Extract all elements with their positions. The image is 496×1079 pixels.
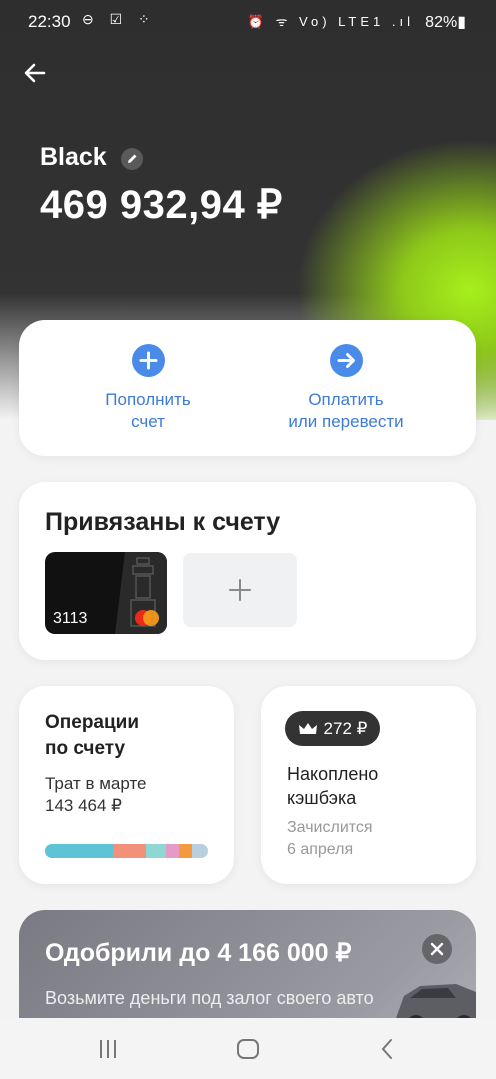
spending-segment: [165, 844, 179, 858]
pay-label-line1: Оплатить: [308, 390, 384, 409]
top-up-button[interactable]: Пополнить счет: [58, 344, 238, 433]
add-card-button[interactable]: [183, 553, 297, 627]
pay-transfer-button[interactable]: Оплатить или перевести: [256, 344, 436, 433]
arrow-right-icon: [329, 344, 363, 377]
system-nav-bar: [0, 1018, 496, 1079]
pencil-icon: [128, 154, 137, 163]
promo-title: Одобрили до 4 166 000 ₽: [45, 939, 352, 967]
recents-button[interactable]: [95, 1036, 121, 1062]
plus-icon: [229, 579, 251, 601]
spending-segment: [146, 844, 166, 858]
signal-icons: ⏰ ᯤ Vo) LTE1 .ıl: [247, 14, 414, 29]
spending-segment: [191, 844, 208, 858]
cashback-amount: 272 ₽: [323, 718, 368, 738]
cashback-badge: 272 ₽: [285, 711, 380, 746]
spending-segment: [178, 844, 192, 858]
top-up-label-line1: Пополнить: [105, 390, 191, 409]
home-button[interactable]: [235, 1036, 261, 1062]
operations-title-line1: Операции: [45, 712, 140, 733]
linked-card[interactable]: 3113: [45, 552, 167, 634]
status-bar: 22:30 ⊖ ☑ ⁘ ⏰ ᯤ Vo) LTE1 .ıl 82%▮: [0, 0, 496, 46]
operations-card[interactable]: Операции по счету Трат в марте 143 464 ₽: [19, 686, 234, 884]
back-nav-button[interactable]: [375, 1036, 401, 1062]
back-button[interactable]: [20, 58, 50, 88]
home-icon: [237, 1039, 259, 1059]
actions-card: Пополнить счет Оплатить или перевести: [19, 320, 476, 456]
cashback-title-line2: кэшбэка: [287, 788, 357, 808]
spending-bar: [45, 844, 208, 858]
spending-amount: 143 464 ₽: [45, 796, 122, 815]
battery-indicator: 82%▮: [425, 14, 466, 31]
top-up-label-line2: счет: [131, 412, 165, 431]
cashback-note-line2: 6 апреля: [287, 841, 354, 858]
account-balance: 469 932,94 ₽: [40, 183, 283, 227]
close-promo-button[interactable]: [422, 934, 452, 964]
account-name: Black: [40, 143, 107, 171]
edit-name-button[interactable]: [121, 148, 143, 170]
recents-icon: [100, 1040, 116, 1058]
linked-title: Привязаны к счету: [45, 508, 281, 536]
cashback-card[interactable]: 272 ₽ Накоплено кэшбэка Зачислится 6 апр…: [261, 686, 476, 884]
close-icon: [430, 942, 444, 956]
card-number: 3113: [53, 610, 88, 627]
plus-icon: [131, 344, 165, 377]
spending-segment: [45, 844, 114, 858]
spending-label: Трат в марте: [45, 774, 147, 793]
operations-title-line2: по счету: [45, 738, 126, 759]
pay-label-line2: или перевести: [288, 412, 404, 431]
spending-segment: [113, 844, 147, 858]
chevron-left-icon: [381, 1039, 392, 1059]
cashback-note-line1: Зачислится: [287, 819, 373, 836]
cashback-title-line1: Накоплено: [287, 764, 379, 784]
crown-icon: [298, 722, 317, 734]
linked-cards-section: Привязаны к счету 3113: [19, 482, 476, 660]
arrow-left-icon: [24, 63, 46, 83]
notification-icons: ⊖ ☑ ⁘: [82, 11, 156, 27]
status-time: 22:30: [28, 12, 71, 31]
